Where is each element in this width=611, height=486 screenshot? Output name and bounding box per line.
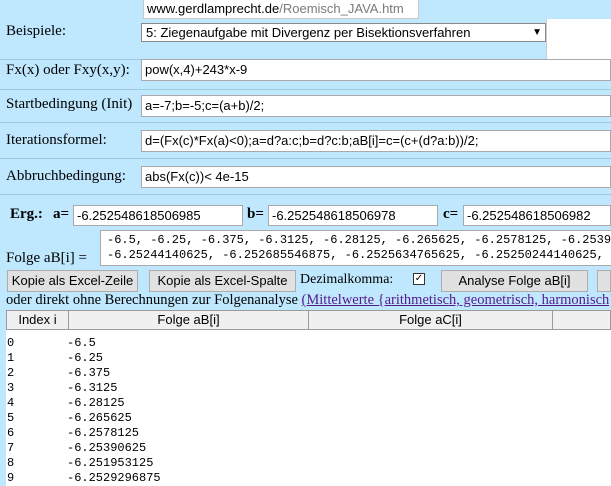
row-index: 3: [7, 381, 15, 395]
divider: [0, 89, 611, 90]
divider: [0, 158, 611, 159]
row-index: 9: [7, 471, 15, 485]
b-result-field[interactable]: -6.252548618506978: [268, 205, 438, 226]
beispiele-select[interactable]: 5: Ziegenaufgabe mit Divergenz per Bisek…: [141, 23, 546, 42]
grid-header-extra[interactable]: [552, 310, 611, 330]
function-label: Fx(x) oder Fxy(x,y):: [6, 62, 130, 78]
folge-line-1: -6.5, -6.25, -6.375, -6.3125, -6.28125, …: [107, 233, 611, 247]
row-index: 2: [7, 366, 15, 380]
row-value: -6.375: [67, 366, 111, 380]
divider: [0, 122, 611, 123]
abbruch-input[interactable]: abs(Fx(c))< 4e-15: [141, 166, 611, 188]
divider: [0, 194, 611, 195]
folge-textarea[interactable]: -6.5, -6.25, -6.375, -6.3125, -6.28125, …: [100, 230, 611, 266]
row-value: -6.25: [67, 351, 104, 365]
row-value: -6.3125: [67, 381, 118, 395]
side-panel: [546, 19, 611, 59]
c-result-field[interactable]: -6.252548618506982: [463, 205, 611, 226]
init-label: Startbedingung (Init): [6, 96, 133, 112]
grid-header-folge-ab[interactable]: Folge aB[i]: [68, 310, 309, 330]
beispiele-selected: 5: Ziegenaufgabe mit Divergenz per Bisek…: [146, 25, 471, 40]
url-domain: www.gerdlamprecht.de: [147, 1, 280, 16]
a-label: a=: [53, 206, 70, 222]
folge-line-2: -6.25244140625, -6.252685546875, -6.2525…: [107, 248, 604, 262]
analyse-folge-button[interactable]: Analyse Folge aB[i]: [441, 270, 588, 292]
row-index: 6: [7, 426, 15, 440]
extra-button[interactable]: [597, 270, 611, 292]
direct-analysis-line: oder direkt ohne Berechnungen zur Folgen…: [6, 292, 611, 309]
row-index: 1: [7, 351, 15, 365]
direct-analysis-text: oder direkt ohne Berechnungen zur Folgen…: [6, 292, 298, 308]
abbruch-label: Abbruchbedingung:: [6, 168, 126, 184]
function-input[interactable]: pow(x,4)+243*x-9: [141, 59, 611, 81]
row-index: 4: [7, 396, 15, 410]
url-bar[interactable]: www.gerdlamprecht.de/Roemisch_JAVA.htm: [143, 0, 419, 19]
init-input[interactable]: a=-7;b=-5;c=(a+b)/2;: [141, 95, 611, 117]
row-index: 5: [7, 411, 15, 425]
row-index: 0: [7, 336, 15, 350]
grid-header-folge-ac[interactable]: Folge aC[i]: [308, 310, 553, 330]
iteration-input[interactable]: d=(Fx(c)*Fx(a)<0);a=d?a:c;b=d?c:b;aB[i]=…: [141, 130, 611, 152]
copy-excel-row-button[interactable]: Kopie als Excel-Zeile: [7, 270, 138, 292]
a-result-field[interactable]: -6.252548618506985: [73, 205, 243, 226]
row-index: 7: [7, 441, 15, 455]
row-value: -6.25390625: [67, 441, 147, 455]
row-value: -6.2578125: [67, 426, 140, 440]
row-value: -6.251953125: [67, 456, 154, 470]
row-value: -6.2529296875: [67, 471, 161, 485]
mittelwerte-link[interactable]: (Mittelwerte {arithmetisch, geometrisch,…: [302, 292, 611, 308]
ergebnis-label: Erg.:: [10, 206, 43, 222]
beispiele-label: Beispiele:: [6, 23, 66, 39]
dezimalkomma-label: Dezimalkomma:: [300, 272, 394, 287]
row-value: -6.28125: [67, 396, 125, 410]
c-label: c=: [443, 206, 459, 222]
b-label: b=: [247, 206, 264, 222]
grid-header-index[interactable]: Index i: [6, 310, 69, 330]
row-index: 8: [7, 456, 15, 470]
dropdown-arrow-icon: ▼: [532, 27, 542, 38]
copy-excel-column-button[interactable]: Kopie als Excel-Spalte: [149, 270, 296, 292]
url-path: /Roemisch_JAVA.htm: [279, 1, 404, 16]
row-value: -6.265625: [67, 411, 132, 425]
dezimalkomma-checkbox[interactable]: ✓: [413, 273, 425, 285]
sequence-grid[interactable]: 0 -6.5 1 -6.25 2 -6.375 3 -6.3125 4 -6.28125 …: [6, 330, 611, 486]
folge-label: Folge aB[i] =: [6, 250, 87, 266]
row-value: -6.5: [67, 336, 96, 350]
iteration-label: Iterationsformel:: [6, 132, 107, 148]
